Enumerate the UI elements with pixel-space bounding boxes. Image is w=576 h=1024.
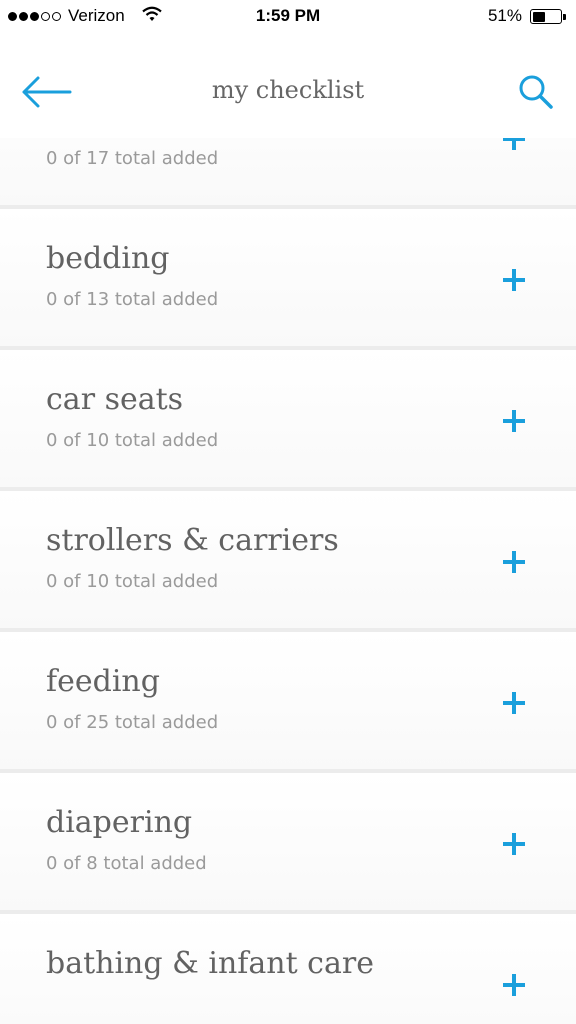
- plus-icon-stroke: [512, 410, 516, 432]
- category-count: 0 of 10 total added: [46, 571, 219, 592]
- page-title: my checklist: [211, 76, 365, 104]
- plus-icon-stroke: [512, 551, 516, 573]
- list-item-bedding[interactable]: bedding 0 of 13 total added: [0, 209, 576, 346]
- list-item-diapering[interactable]: diapering 0 of 8 total added: [0, 773, 576, 910]
- category-title: feeding: [46, 664, 160, 699]
- category-title: strollers & carriers: [46, 523, 339, 558]
- category-count: 0 of 17 total added: [46, 148, 219, 169]
- category-title: car seats: [46, 382, 184, 417]
- plus-icon-stroke: [512, 269, 516, 291]
- battery-tip: [563, 14, 566, 20]
- status-bar: Verizon 1:59 PM 51%: [0, 0, 576, 34]
- category-count: 0 of 8 total added: [46, 853, 207, 874]
- category-title: bathing & infant care: [46, 946, 374, 981]
- add-button[interactable]: [500, 690, 528, 718]
- navigation-bar: my checklist: [0, 34, 576, 138]
- plus-icon-stroke: [512, 692, 516, 714]
- list-item-bathing-infant-care[interactable]: bathing & infant care: [0, 914, 576, 1024]
- plus-icon-stroke: [512, 974, 516, 996]
- list-item-feeding[interactable]: feeding 0 of 25 total added: [0, 632, 576, 769]
- add-button[interactable]: [500, 831, 528, 859]
- category-count: 0 of 13 total added: [46, 289, 219, 310]
- category-count: 0 of 10 total added: [46, 430, 219, 451]
- add-button[interactable]: [500, 408, 528, 436]
- battery-percentage: 51%: [487, 6, 522, 25]
- plus-icon-stroke: [512, 833, 516, 855]
- search-button[interactable]: [516, 72, 556, 112]
- add-button[interactable]: [500, 267, 528, 295]
- category-title: diapering: [46, 805, 193, 840]
- checklist-category-list[interactable]: nursery 0 of 17 total added bedding 0 of…: [0, 104, 576, 1024]
- list-item-strollers-carriers[interactable]: strollers & carriers 0 of 10 total added: [0, 491, 576, 628]
- list-item-car-seats[interactable]: car seats 0 of 10 total added: [0, 350, 576, 487]
- battery-fill: [532, 11, 545, 22]
- add-button[interactable]: [500, 972, 528, 1000]
- add-button[interactable]: [500, 549, 528, 577]
- category-title: bedding: [46, 241, 170, 276]
- battery-icon: [530, 9, 562, 24]
- category-count: 0 of 25 total added: [46, 712, 219, 733]
- search-icon: [519, 75, 553, 109]
